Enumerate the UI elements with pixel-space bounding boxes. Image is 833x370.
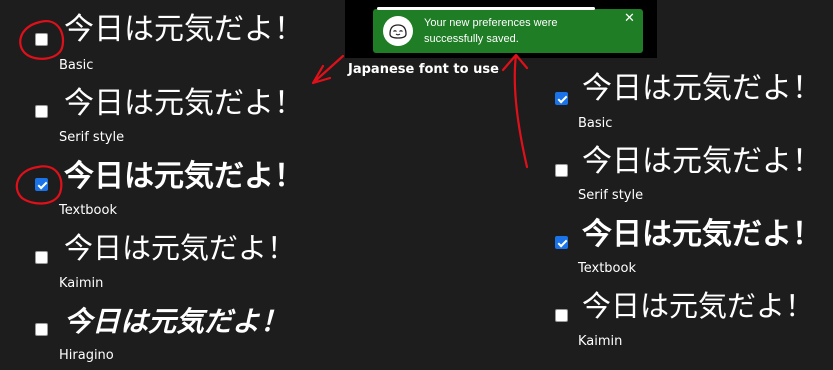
font-label-textbook-saved: Textbook	[578, 261, 636, 276]
font-checkbox-kaimin-saved[interactable]	[555, 309, 568, 322]
font-section-heading: Japanese font to use	[348, 62, 499, 77]
font-checkbox-kaimin[interactable]	[35, 251, 48, 264]
font-sample-hiragino: 今日は元気だよ！	[64, 305, 289, 338]
font-sample-textbook: 今日は元気だよ！	[64, 159, 304, 194]
annotation-arrow-toast	[501, 53, 529, 169]
font-sample-serif-saved: 今日は元気だよ！	[582, 144, 822, 179]
toast-progress-bar	[377, 7, 595, 10]
smiling-mascot-icon	[383, 16, 413, 46]
font-sample-basic-saved: 今日は元気だよ！	[582, 71, 822, 106]
font-checkbox-textbook[interactable]	[35, 178, 48, 191]
font-sample-kaimin-saved: 今日は元気だよ！	[582, 291, 815, 323]
font-sample-basic: 今日は元気だよ！	[64, 12, 304, 47]
font-sample-textbook-saved: 今日は元気だよ！	[582, 217, 822, 252]
font-label-textbook: Textbook	[59, 203, 117, 218]
font-sample-serif: 今日は元気だよ！	[64, 86, 304, 121]
font-label-serif-saved: Serif style	[578, 188, 644, 203]
font-label-kaimin: Kaimin	[59, 276, 104, 291]
font-label-serif: Serif style	[59, 130, 125, 145]
toast-message: Your new preferences were successfully s…	[424, 17, 558, 45]
font-label-hiragino: Hiragino	[59, 348, 114, 363]
font-checkbox-serif-saved[interactable]	[555, 164, 568, 177]
font-checkbox-basic[interactable]	[35, 33, 48, 46]
font-checkbox-textbook-saved[interactable]	[555, 236, 568, 249]
font-label-basic: Basic	[59, 58, 94, 73]
font-label-kaimin-saved: Kaimin	[578, 334, 623, 349]
font-sample-kaimin: 今日は元気だよ！	[64, 233, 297, 265]
font-checkbox-hiragino[interactable]	[35, 323, 48, 336]
success-toast: Your new preferences were successfully s…	[373, 9, 643, 53]
annotation-arrow-heading	[311, 54, 345, 85]
font-checkbox-serif[interactable]	[35, 105, 48, 118]
font-checkbox-basic-saved[interactable]	[555, 92, 568, 105]
close-icon[interactable]: ✕	[624, 11, 635, 26]
font-label-basic-saved: Basic	[578, 116, 613, 131]
